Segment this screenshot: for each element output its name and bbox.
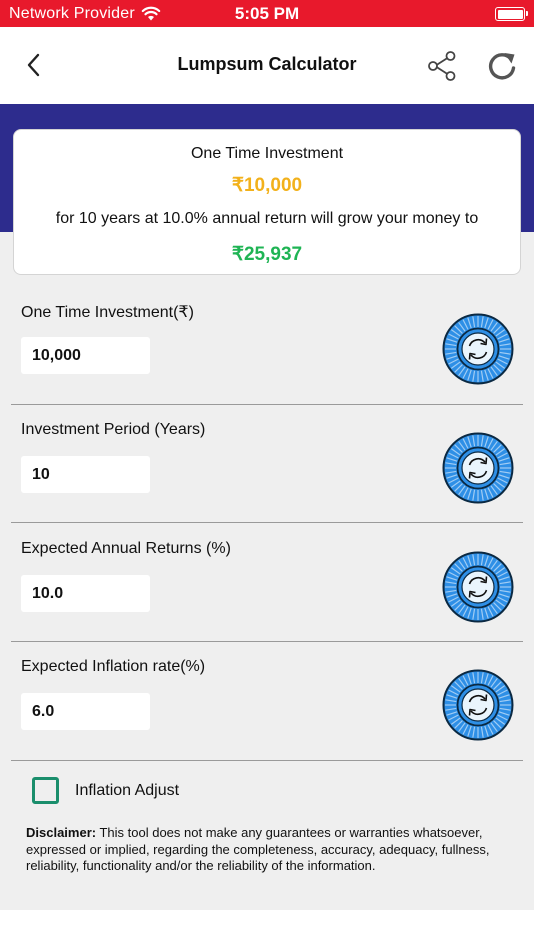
dial-knob-icon[interactable] (442, 432, 514, 504)
nav-bar: Lumpsum Calculator (0, 27, 534, 104)
disclaimer-heading: Disclaimer: (26, 825, 97, 840)
divider (11, 760, 523, 761)
refresh-icon[interactable] (485, 49, 519, 83)
inflation-input[interactable] (21, 693, 150, 730)
dial-knob-icon[interactable] (442, 313, 514, 385)
bottom-safe-area (0, 910, 534, 950)
battery-icon (495, 7, 528, 21)
field-inflation: Expected Inflation rate(%) (0, 658, 534, 776)
investment-input[interactable] (21, 337, 150, 374)
field-investment: One Time Investment(₹) (0, 302, 534, 420)
summary-card: One Time Investment ₹10,000 for 10 years… (13, 129, 521, 275)
field-label: One Time Investment(₹) (21, 304, 194, 321)
divider (11, 404, 523, 405)
field-label: Expected Inflation rate(%) (21, 658, 206, 675)
disclaimer-text: This tool does not make any guarantees o… (26, 825, 490, 873)
maturity-amount: ₹25,937 (231, 244, 303, 265)
disclaimer: Disclaimer: This tool does not make any … (26, 825, 506, 875)
field-label: Investment Period (Years) (21, 421, 206, 438)
period-input[interactable] (21, 456, 150, 493)
investment-amount: ₹10,000 (231, 175, 303, 196)
returns-input[interactable] (21, 575, 150, 612)
checkbox-label: Inflation Adjust (75, 782, 180, 799)
checkbox[interactable] (32, 777, 59, 804)
divider (11, 522, 523, 523)
summary-label: One Time Investment (190, 145, 344, 162)
dial-knob-icon[interactable] (442, 551, 514, 623)
divider (11, 641, 523, 642)
summary-description: for 10 years at 10.0% annual return will… (55, 210, 479, 227)
dial-knob-icon[interactable] (442, 669, 514, 741)
clock: 5:05 PM (234, 4, 300, 23)
status-bar: Network Provider 5:05 PM (0, 0, 534, 27)
field-label: Expected Annual Returns (%) (21, 540, 231, 557)
share-icon[interactable] (426, 49, 458, 83)
